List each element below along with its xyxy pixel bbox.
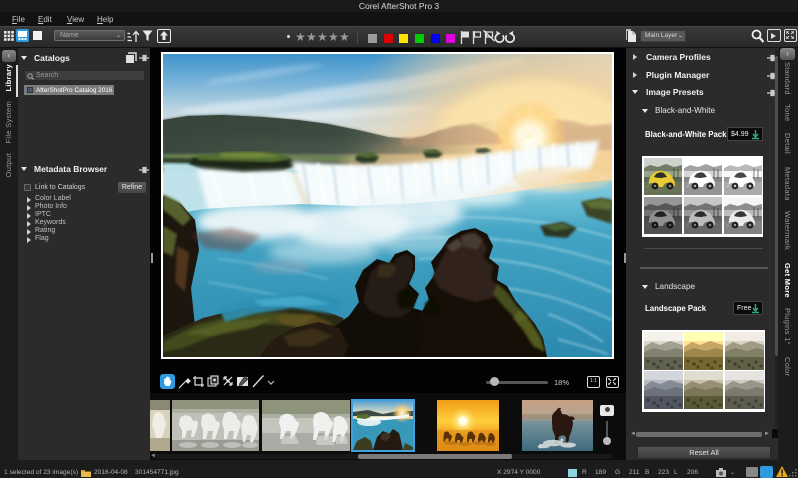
svg-text:4: 4 [538, 444, 542, 451]
